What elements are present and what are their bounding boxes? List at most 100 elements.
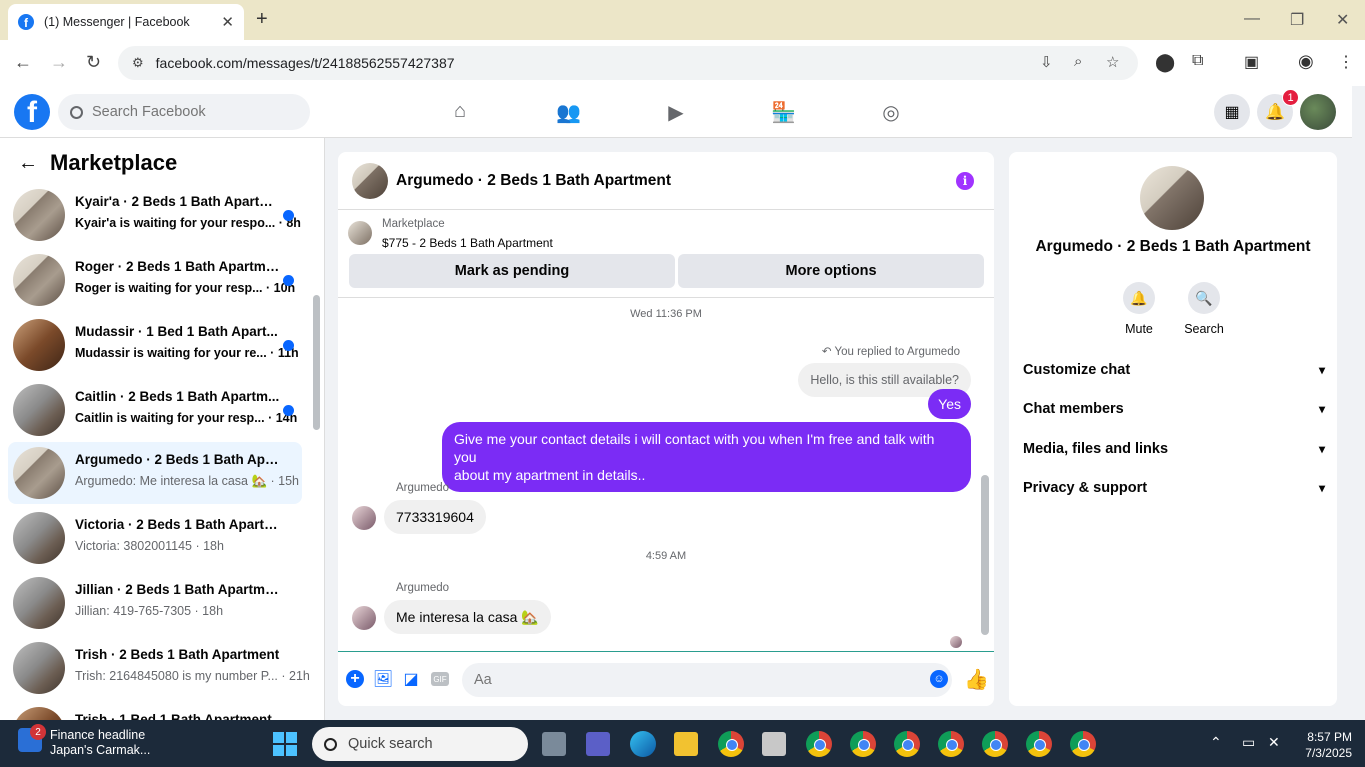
chat-title[interactable]: Argumedo · 2 Beds 1 Bath Apartment: [396, 172, 671, 190]
forward-icon[interactable]: →: [50, 52, 68, 73]
friends-icon[interactable]: 👥: [556, 100, 581, 124]
listing-description[interactable]: $775 - 2 Beds 1 Bath Apartment: [382, 236, 553, 250]
chat-avatar[interactable]: [352, 163, 388, 199]
chat-members-section[interactable]: Chat members ▾: [1023, 391, 1325, 427]
mark-as-pending-button[interactable]: Mark as pending: [349, 254, 675, 288]
facebook-search[interactable]: [58, 94, 310, 130]
minimize-icon[interactable]: —: [1244, 10, 1260, 28]
zoom-icon[interactable]: ⌕: [1074, 53, 1082, 70]
chat-header: Argumedo · 2 Beds 1 Bath Apartment i: [338, 152, 994, 210]
teams-icon[interactable]: [586, 732, 610, 756]
conversation-preview: Caitlin is waiting for your resp... · 14…: [75, 411, 298, 425]
chrome-icon[interactable]: [1026, 731, 1052, 757]
message-input[interactable]: [474, 672, 914, 688]
account-avatar[interactable]: [1300, 94, 1336, 130]
chrome-icon[interactable]: [938, 731, 964, 757]
conversation-item[interactable]: Trish · 2 Beds 1 Bath Apartment Trish: 2…: [8, 637, 310, 699]
chevron-up-icon[interactable]: ⌃: [1210, 734, 1222, 751]
start-windows-icon[interactable]: [273, 732, 297, 756]
outgoing-message[interactable]: Give me your contact details i will cont…: [442, 422, 971, 492]
outgoing-message[interactable]: Yes: [928, 389, 971, 419]
chevron-down-icon: ▾: [1318, 402, 1325, 416]
media-files-links-section[interactable]: Media, files and links ▾: [1023, 431, 1325, 467]
browser-menu-icon[interactable]: ⋮: [1338, 52, 1354, 72]
privacy-support-section[interactable]: Privacy & support ▾: [1023, 470, 1325, 506]
chrome-icon[interactable]: [806, 731, 832, 757]
emoji-icon[interactable]: ☺: [930, 670, 948, 688]
chrome-icon[interactable]: [982, 731, 1008, 757]
thumbs-up-icon[interactable]: 👍: [964, 667, 989, 692]
news-widget[interactable]: 2 Finance headline Japan's Carmak...: [18, 724, 150, 758]
menu-grid-icon[interactable]: ▦: [1214, 94, 1250, 130]
mute-button[interactable]: 🔔 Mute: [1109, 282, 1169, 336]
chat-panel: Argumedo · 2 Beds 1 Bath Apartment i Mar…: [338, 152, 994, 706]
incoming-message[interactable]: 7733319604: [384, 500, 486, 534]
reload-icon[interactable]: ↻: [86, 52, 101, 73]
page-scrollbar[interactable]: [1352, 86, 1365, 720]
extension-circle-icon[interactable]: ⬤: [1155, 52, 1175, 73]
new-tab-icon[interactable]: +: [256, 8, 268, 31]
conversation-item[interactable]: Roger · 2 Beds 1 Bath Apartme... Roger i…: [8, 249, 302, 311]
volume-icon[interactable]: ✕: [1268, 734, 1280, 751]
conversation-list-scrollbar[interactable]: [312, 185, 321, 715]
more-options-button[interactable]: More options: [678, 254, 984, 288]
snipping-tool-icon[interactable]: [762, 732, 786, 756]
plus-icon[interactable]: +: [346, 670, 364, 688]
close-tab-icon[interactable]: ✕: [221, 13, 234, 31]
edge-icon[interactable]: [630, 731, 656, 757]
browser-tab[interactable]: f (1) Messenger | Facebook ✕: [8, 4, 244, 40]
taskbar-search[interactable]: Quick search: [312, 727, 528, 761]
system-clock[interactable]: 8:57 PM 7/3/2025: [1292, 729, 1352, 761]
facebook-search-input[interactable]: [92, 104, 292, 120]
section-label: Privacy & support: [1023, 480, 1148, 496]
conversation-item[interactable]: Victoria · 2 Beds 1 Bath Apartme... Vict…: [8, 507, 302, 569]
chrome-icon[interactable]: [894, 731, 920, 757]
facebook-logo-icon[interactable]: f: [14, 94, 50, 130]
sticker-icon[interactable]: ◪: [402, 670, 420, 688]
file-explorer-icon[interactable]: [674, 732, 698, 756]
conversation-item[interactable]: Caitlin · 2 Beds 1 Bath Apartm... Caitli…: [8, 379, 302, 441]
network-icon[interactable]: ▭: [1242, 734, 1255, 751]
home-icon[interactable]: ⌂: [448, 100, 472, 124]
info-icon[interactable]: i: [956, 172, 974, 190]
incoming-message[interactable]: Me interesa la casa 🏡: [384, 600, 551, 634]
gif-icon[interactable]: GIF: [431, 672, 449, 686]
bookmark-star-icon[interactable]: ☆: [1106, 53, 1119, 71]
address-bar[interactable]: ⚙ facebook.com/messages/t/24188562557427…: [118, 46, 1138, 80]
site-settings-icon[interactable]: ⚙: [132, 55, 144, 71]
url-text: facebook.com/messages/t/2418856255742738…: [155, 55, 455, 71]
close-window-icon[interactable]: ✕: [1336, 10, 1349, 30]
sender-avatar[interactable]: [352, 606, 376, 630]
listing-avatar-large[interactable]: [1140, 166, 1204, 230]
search-button[interactable]: 🔍 Search: [1174, 282, 1234, 336]
conversation-item[interactable]: Trish · 1 Bed 1 Bath Apartment: [8, 702, 302, 720]
task-view-icon[interactable]: [542, 732, 566, 756]
scrollbar-thumb[interactable]: [981, 475, 989, 635]
conversation-item[interactable]: Jillian · 2 Beds 1 Bath Apartment Jillia…: [8, 572, 302, 634]
search-label: Search: [1184, 322, 1224, 336]
chrome-icon[interactable]: [850, 731, 876, 757]
extensions-icon[interactable]: ⧉: [1192, 52, 1203, 70]
conversation-item[interactable]: Mudassir · 1 Bed 1 Bath Apart... Mudassi…: [8, 314, 302, 376]
chrome-icon[interactable]: [1070, 731, 1096, 757]
profile-icon[interactable]: ◉: [1298, 51, 1314, 72]
customize-chat-section[interactable]: Customize chat ▾: [1023, 352, 1325, 388]
chrome-icon[interactable]: [718, 731, 744, 757]
chat-scrollbar[interactable]: [979, 300, 991, 650]
groups-icon[interactable]: ◎: [879, 100, 903, 124]
reply-note: ↶ You replied to Argumedo: [821, 346, 960, 358]
sender-avatar[interactable]: [352, 506, 376, 530]
restore-icon[interactable]: ❐: [1290, 10, 1304, 30]
timestamp: Wed 11:36 PM: [630, 308, 702, 320]
video-icon[interactable]: ▶: [664, 100, 688, 124]
back-icon[interactable]: ←: [14, 52, 32, 73]
back-arrow-icon[interactable]: ←: [18, 152, 38, 175]
photo-icon[interactable]: 🖼: [373, 670, 393, 688]
scrollbar-thumb[interactable]: [313, 295, 320, 430]
conversation-item[interactable]: Kyair'a · 2 Beds 1 Bath Apartm... Kyair'…: [8, 184, 302, 246]
conversation-item-active[interactable]: Argumedo · 2 Beds 1 Bath Apart... Argume…: [8, 442, 302, 504]
sender-name: Argumedo: [396, 482, 450, 494]
marketplace-icon[interactable]: 🏪: [771, 100, 796, 124]
tab-search-icon[interactable]: ▣: [1244, 52, 1259, 72]
install-app-icon[interactable]: ⇩: [1040, 53, 1053, 71]
